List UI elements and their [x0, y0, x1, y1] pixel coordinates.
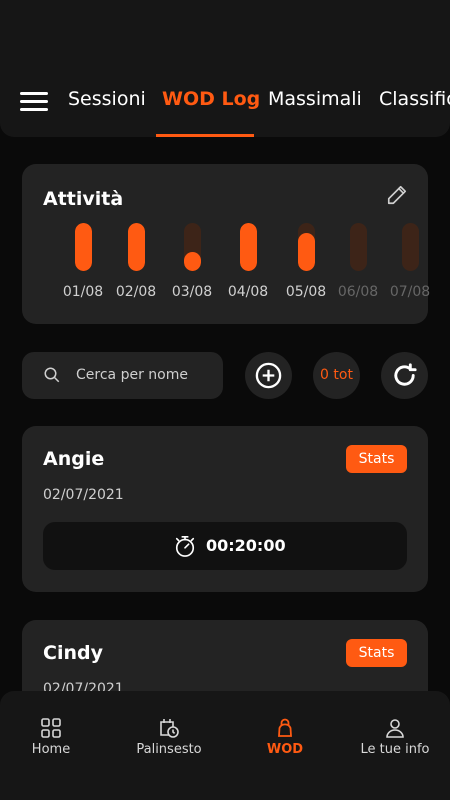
stopwatch-icon — [175, 536, 195, 557]
nav-wod[interactable]: WOD — [235, 717, 335, 757]
tab-massimali[interactable]: Massimali — [268, 88, 362, 110]
activity-title: Attività — [43, 188, 124, 210]
tab-wod-log[interactable]: WOD Log — [162, 88, 260, 110]
wod-timer: 00:20:00 — [43, 522, 407, 570]
wod-name: Angie — [43, 448, 105, 470]
stats-button[interactable]: Stats — [346, 639, 407, 667]
nav-label: Palinsesto — [136, 742, 202, 757]
nav-home[interactable]: Home — [1, 717, 101, 757]
pencil-icon[interactable] — [386, 184, 408, 206]
hamburger-menu-icon[interactable] — [20, 92, 48, 112]
activity-day-label: 07/08 — [389, 284, 431, 300]
tab-classifica[interactable]: Classifica — [379, 88, 450, 110]
activity-day-label: 02/08 — [115, 284, 157, 300]
tab-sessioni[interactable]: Sessioni — [68, 88, 146, 110]
refresh-button[interactable] — [381, 352, 428, 399]
search-field[interactable]: Cerca per nome — [22, 352, 223, 399]
plus-circle-icon — [255, 362, 282, 389]
activity-day-label: 04/08 — [227, 284, 269, 300]
activity-bar-fill — [239, 223, 257, 271]
activity-bar-fill — [297, 232, 315, 271]
activity-bar — [401, 223, 419, 271]
wod-name: Cindy — [43, 642, 103, 664]
activity-bar — [297, 223, 315, 271]
activity-day-label: 01/08 — [62, 284, 104, 300]
calendar-icon — [160, 719, 179, 738]
top-tab-bar: Sessioni WOD Log Massimali Classifica — [0, 0, 450, 137]
bottom-navigation: Home Palinsesto WOD Le tue info — [0, 691, 450, 800]
add-button[interactable] — [245, 352, 292, 399]
activity-bar-fill — [183, 251, 201, 271]
wod-card[interactable]: Angie Stats 02/07/2021 00:20:00 — [22, 426, 428, 592]
total-count: 0 tot — [320, 367, 353, 383]
activity-bar — [74, 223, 92, 271]
active-tab-indicator — [156, 134, 254, 137]
person-icon — [386, 719, 404, 738]
nav-label: WOD — [266, 742, 304, 757]
activity-bar — [183, 223, 201, 271]
kettlebell-icon — [278, 718, 292, 737]
grid-icon — [41, 718, 61, 738]
activity-bar-fill — [127, 223, 145, 271]
activity-day-label: 06/08 — [337, 284, 379, 300]
activity-bar — [127, 223, 145, 271]
nav-label: Home — [31, 742, 71, 757]
activity-day-label: 05/08 — [285, 284, 327, 300]
wod-date: 02/07/2021 — [43, 487, 124, 503]
activity-bar — [349, 223, 367, 271]
search-icon — [44, 367, 60, 383]
total-count-badge: 0 tot — [313, 352, 360, 399]
refresh-icon — [394, 363, 417, 386]
activity-bar — [239, 223, 257, 271]
search-input[interactable]: Cerca per nome — [76, 367, 188, 383]
nav-label: Le tue info — [360, 742, 430, 757]
nav-palinsesto[interactable]: Palinsesto — [119, 717, 219, 757]
wod-time: 00:20:00 — [206, 536, 286, 555]
stats-button[interactable]: Stats — [346, 445, 407, 473]
activity-day-label: 03/08 — [171, 284, 213, 300]
activity-bar-fill — [74, 223, 92, 271]
nav-le-tue-info[interactable]: Le tue info — [345, 717, 445, 757]
activity-card: Attività 01/08 02/08 03/08 04/08 05/08 06/08 0… — [22, 164, 430, 324]
